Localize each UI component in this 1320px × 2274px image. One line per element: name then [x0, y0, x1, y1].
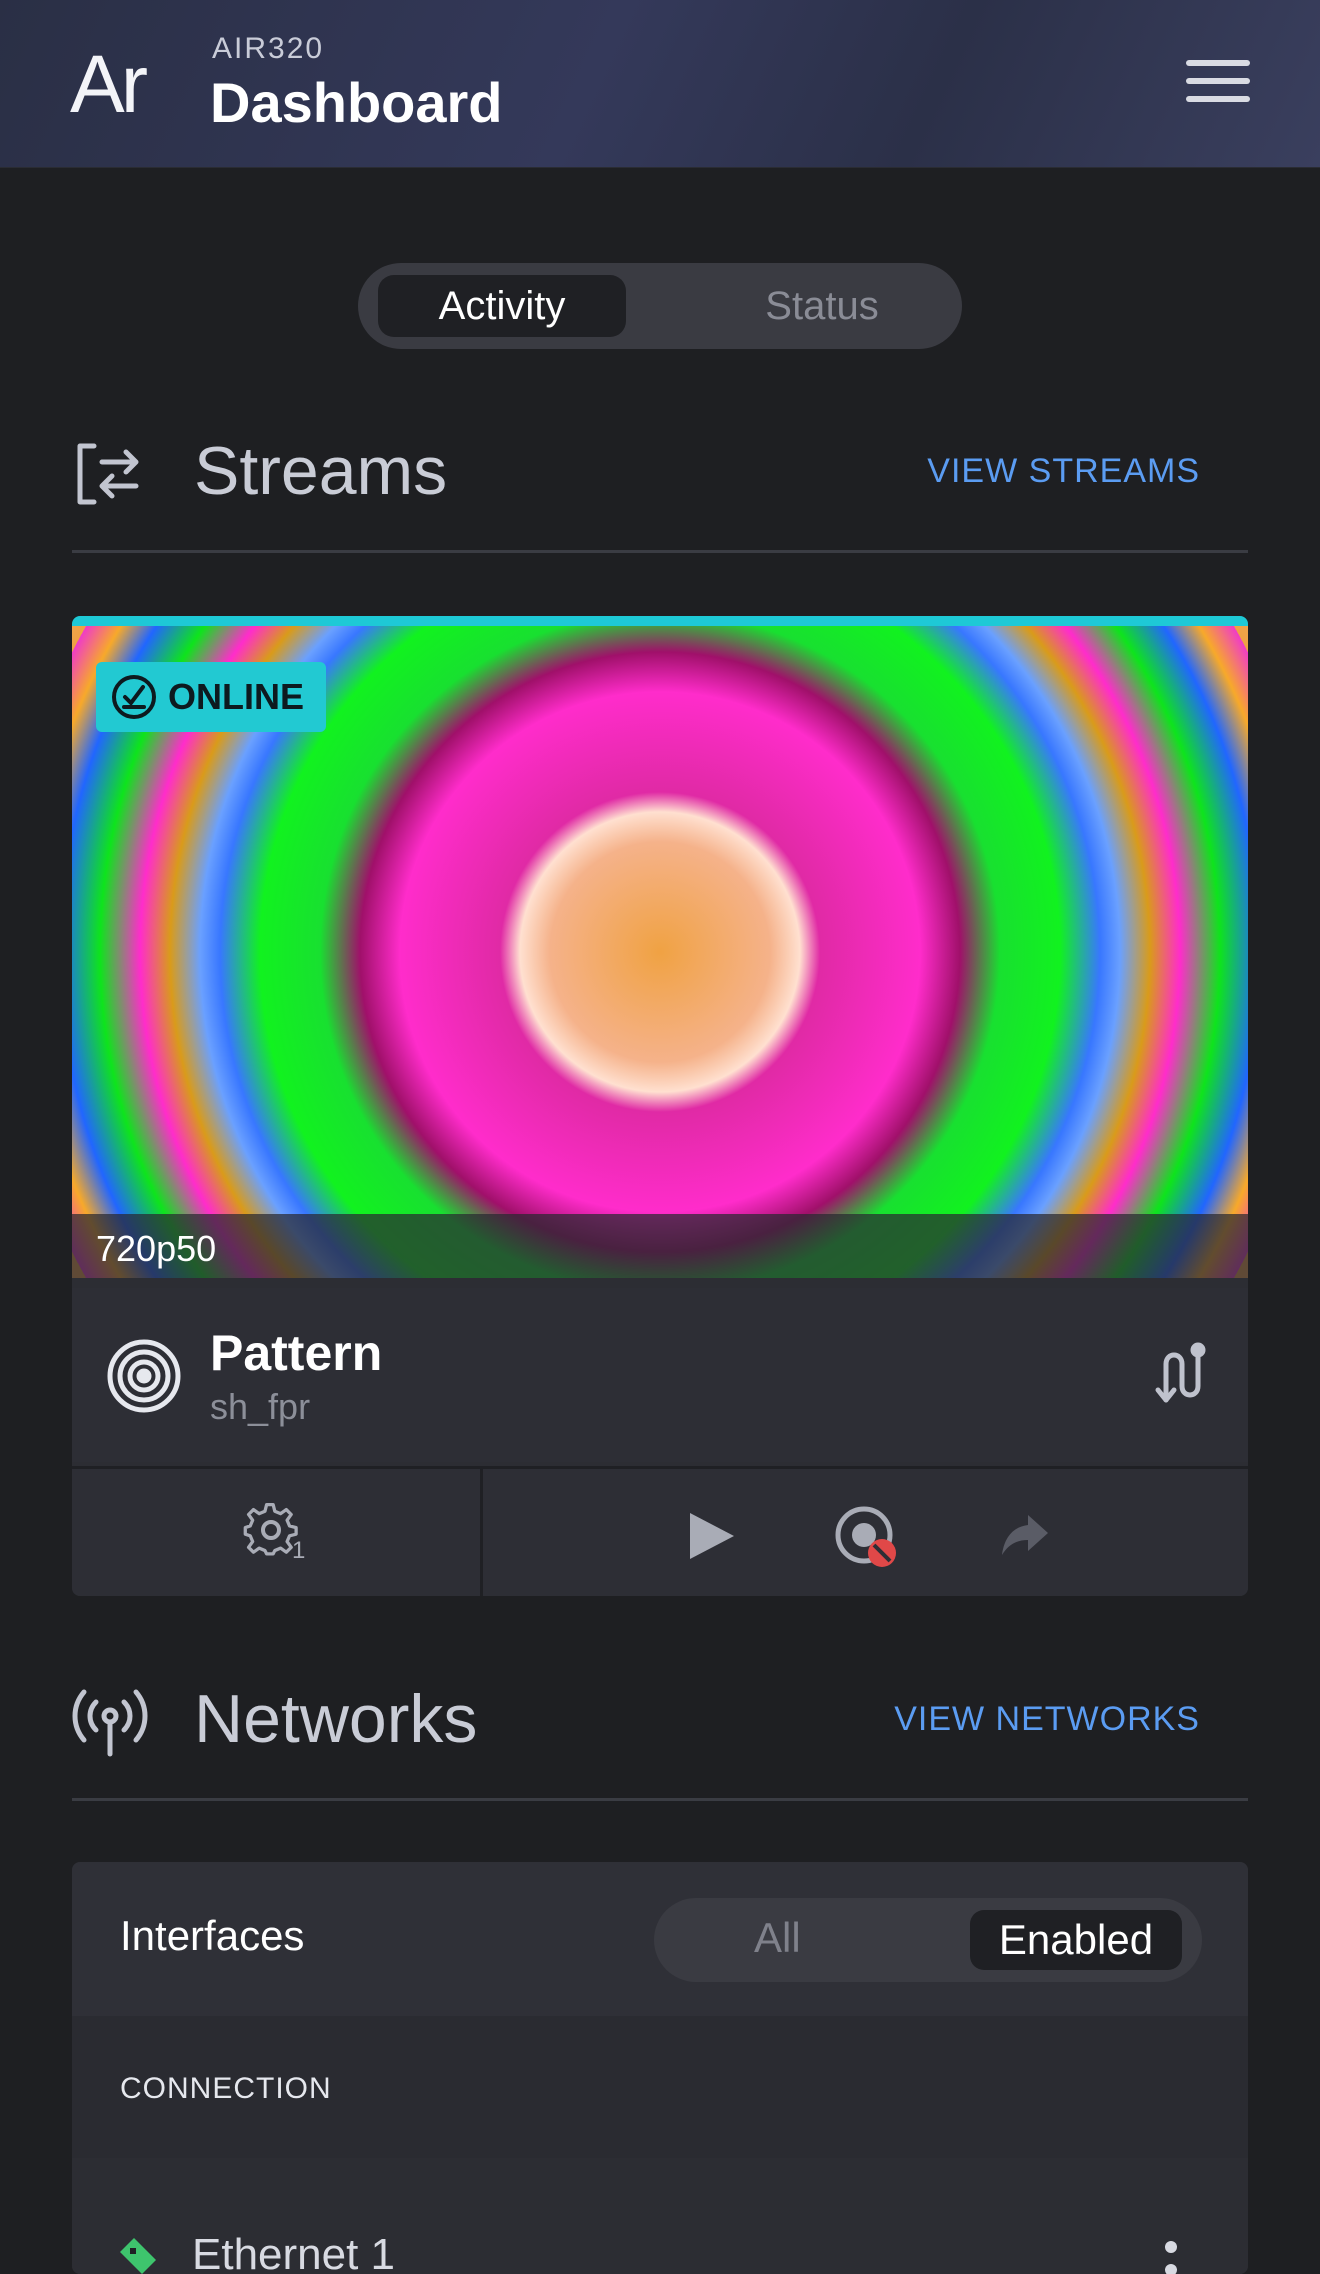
stream-status-bar	[72, 616, 1248, 626]
interfaces-filter: All Enabled	[654, 1898, 1202, 1982]
connection-label: CONNECTION	[120, 2072, 332, 2105]
filter-all[interactable]: All	[754, 1914, 801, 1962]
connection-header: CONNECTION	[72, 2016, 1248, 2158]
interfaces-row: Interfaces All Enabled	[72, 1862, 1248, 2016]
tab-status[interactable]: Status	[698, 275, 946, 337]
hamburger-menu-icon[interactable]	[1186, 60, 1250, 108]
app-logo[interactable]: Ar	[70, 40, 148, 130]
view-streams-link[interactable]: VIEW STREAMS	[927, 452, 1200, 491]
route-icon[interactable]	[1152, 1342, 1212, 1411]
share-icon[interactable]	[998, 1513, 1050, 1562]
list-item[interactable]: Ethernet 1	[72, 2164, 1248, 2274]
check-circle-icon	[112, 675, 156, 719]
device-name: AIR320	[212, 32, 325, 65]
streams-title: Streams	[194, 433, 448, 509]
app-header: Ar AIR320 Dashboard	[0, 0, 1320, 168]
interface-name: Ethernet 1	[192, 2230, 396, 2274]
stream-source: sh_fpr	[210, 1386, 311, 1427]
view-toggle: Activity Status	[358, 263, 962, 349]
status-badge: ONLINE	[96, 662, 326, 732]
antenna-icon	[72, 1688, 148, 1763]
ethernet-icon	[116, 2234, 160, 2274]
stream-preview[interactable]: ONLINE 720p50	[72, 626, 1248, 1278]
tab-activity[interactable]: Activity	[378, 275, 626, 337]
play-icon[interactable]	[684, 1509, 738, 1568]
record-disabled-icon[interactable]	[834, 1505, 898, 1574]
settings-count: 1	[292, 1537, 306, 1564]
interfaces-label: Interfaces	[120, 1912, 305, 1959]
status-badge-label: ONLINE	[168, 676, 305, 717]
networks-divider	[72, 1798, 1248, 1801]
stream-name: Pattern	[210, 1325, 383, 1381]
stream-card[interactable]: ONLINE 720p50 Pattern sh_fpr 1	[72, 616, 1248, 1596]
view-networks-link[interactable]: VIEW NETWORKS	[894, 1700, 1200, 1739]
more-vertical-icon[interactable]	[1164, 2240, 1178, 2274]
page-title: Dashboard	[210, 71, 503, 134]
settings-icon[interactable]: 1	[242, 1503, 312, 1572]
resolution-label: 720p50	[96, 1228, 217, 1269]
networks-panel: Interfaces All Enabled CONNECTION Ethern…	[72, 1862, 1248, 2274]
streams-transfer-icon	[72, 438, 144, 515]
filter-enabled[interactable]: Enabled	[970, 1910, 1182, 1970]
actions-divider	[480, 1469, 483, 1596]
resolution-bar: 720p50	[72, 1214, 1248, 1278]
streams-divider	[72, 550, 1248, 553]
pattern-source-icon	[106, 1338, 182, 1419]
networks-title: Networks	[194, 1681, 478, 1757]
stream-actions: 1	[72, 1466, 1248, 1596]
stream-info-row[interactable]: Pattern sh_fpr	[72, 1288, 1248, 1462]
